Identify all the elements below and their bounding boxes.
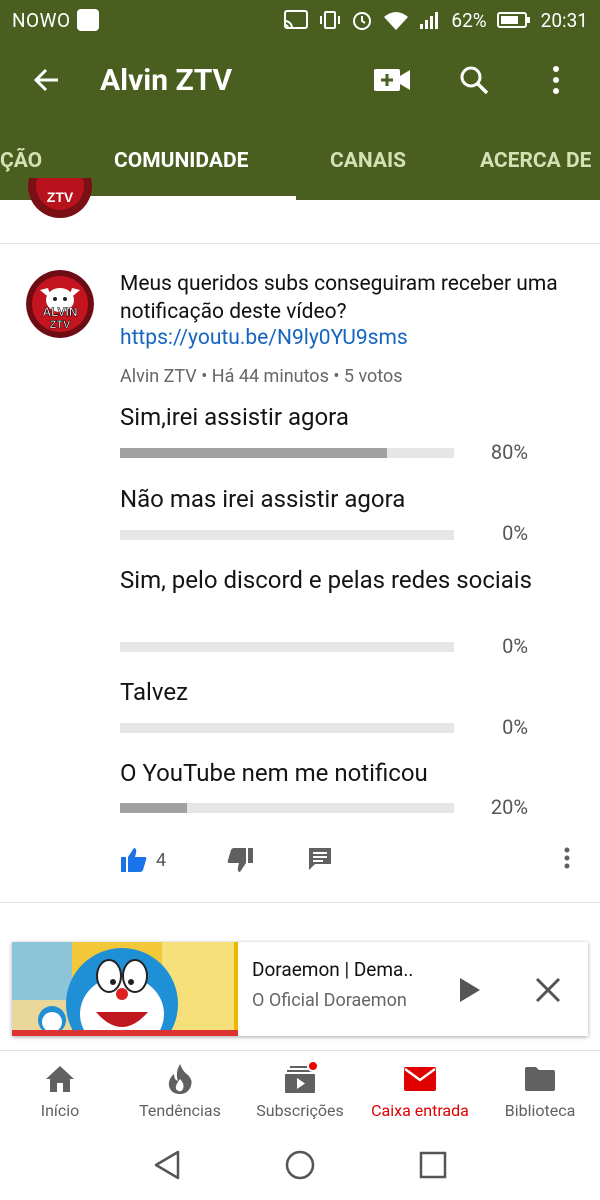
folder-icon [525, 1067, 555, 1091]
poll-option-bar [120, 530, 454, 540]
more-vert-icon [553, 66, 559, 94]
search-icon [460, 66, 489, 95]
system-navigation-bar [0, 1130, 600, 1200]
carrier-label: NOWO [12, 8, 71, 32]
app-bar: Alvin ZTV [0, 40, 600, 120]
post-text: Meus queridos subs conseguiram receber u… [120, 272, 558, 324]
post-link[interactable]: https://youtu.be/N9ly0YU9sms [120, 326, 408, 350]
poll-option-bar [120, 723, 454, 733]
back-arrow-icon [33, 68, 58, 92]
alarm-icon [353, 12, 372, 30]
mini-player-thumbnail[interactable] [12, 942, 238, 1036]
system-home-button[interactable] [280, 1145, 320, 1185]
poll-option-bar [120, 448, 454, 458]
comment-icon [309, 848, 331, 870]
signal-icon [420, 12, 439, 29]
svg-text:ZTV: ZTV [50, 319, 71, 331]
poll-option-percent: 0% [502, 715, 528, 739]
square-recents-icon [420, 1151, 447, 1179]
poll-option-label[interactable]: Talvez [120, 677, 540, 708]
poll-option-percent: 20% [490, 795, 528, 819]
nav-label: Subscrições [256, 1101, 344, 1120]
nav-label: Biblioteca [504, 1101, 576, 1120]
nav-item-tendencias[interactable]: Tendências [120, 1051, 240, 1131]
poll-option-bar [120, 803, 454, 813]
battery-percent: 62% [451, 8, 487, 32]
svg-text:ZTV: ZTV [47, 189, 74, 205]
mini-player-title[interactable]: Doraemon | Dema.. [252, 958, 413, 981]
divider [0, 243, 600, 244]
system-back-button[interactable] [147, 1145, 187, 1185]
fire-icon [168, 1064, 192, 1094]
notification-dot [307, 1060, 319, 1072]
tab-acerca-de[interactable]: ACERCA DE [480, 120, 591, 200]
video-camera-add-icon [374, 69, 410, 91]
previous-post-avatar[interactable]: ZTV [28, 178, 92, 218]
divider [0, 902, 600, 903]
nav-item-biblioteca[interactable]: Biblioteca [480, 1051, 600, 1131]
post-actions [0, 840, 600, 884]
mini-player-play-button[interactable] [452, 972, 488, 1008]
post-time: Há 44 minutos [211, 366, 329, 387]
clock: 20:31 [540, 8, 588, 32]
system-recents-button[interactable] [413, 1145, 453, 1185]
post-votes: 5 votos [343, 366, 403, 387]
post-meta: Alvin ZTV • Há 44 minutos • 5 votos [120, 366, 403, 387]
poll-option-label[interactable]: Sim, pelo discord e pelas redes sociais [120, 565, 540, 596]
poll-option-label[interactable]: Sim,irei assistir agora [120, 402, 540, 433]
notification-icon [76, 9, 99, 31]
poll-option-percent: 80% [490, 440, 528, 464]
battery-icon [496, 12, 530, 28]
mini-player-channel: O Oficial Doraemon [252, 990, 407, 1011]
poll-option-fill [120, 803, 187, 813]
search-button[interactable] [444, 50, 504, 110]
circle-home-icon [285, 1150, 315, 1180]
poll-option-percent: 0% [502, 634, 528, 658]
poll-option-label[interactable]: O YouTube nem me notificou [120, 758, 540, 789]
mail-icon [404, 1067, 436, 1091]
thumb-down-icon [227, 848, 253, 872]
meta-separator: • [201, 366, 212, 387]
post-author[interactable]: Alvin ZTV [120, 366, 197, 387]
meta-separator: • [333, 366, 344, 387]
channel-title: Alvin ZTV [100, 62, 233, 98]
like-button[interactable] [120, 846, 148, 878]
like-count: 4 [156, 850, 167, 871]
triangle-back-icon [154, 1150, 179, 1180]
tab-indicator [80, 196, 296, 200]
avatar-logo-text: ALVIN [42, 305, 77, 319]
nav-label: Tendências [139, 1101, 221, 1120]
comment-button[interactable] [307, 846, 333, 876]
author-avatar[interactable]: ALVIN ZTV [26, 270, 94, 338]
poll-option-label[interactable]: Não mas irei assistir agora [120, 484, 540, 515]
mini-player-close-button[interactable] [530, 972, 566, 1008]
nav-item-caixa-entrada[interactable]: Caixa entrada [360, 1051, 480, 1131]
poll-option-fill [120, 448, 388, 458]
poll-option-percent: 0% [502, 521, 528, 545]
mini-player[interactable]: Doraemon | Dema.. O Oficial Doraemon [12, 942, 588, 1036]
close-icon [535, 977, 561, 1003]
play-icon [460, 978, 480, 1002]
nav-item-subscricoes[interactable]: Subscrições [240, 1051, 360, 1131]
thumb-up-icon [121, 848, 147, 872]
vibrate-icon [320, 11, 341, 29]
tab-comunidade[interactable]: COMUNIDADE [114, 120, 248, 200]
tab-canais[interactable]: CANAIS [330, 120, 406, 200]
nav-label: Caixa entrada [371, 1101, 469, 1120]
post-more-button[interactable] [563, 846, 571, 874]
more-options-button[interactable] [526, 50, 586, 110]
nav-label: Início [40, 1101, 80, 1120]
home-icon [46, 1066, 74, 1092]
dislike-button[interactable] [226, 846, 254, 878]
back-button[interactable] [17, 50, 77, 110]
upload-video-button[interactable] [362, 50, 422, 110]
bottom-navigation: Início Tendências Subscrições Caixa entr… [0, 1050, 600, 1130]
wifi-icon [384, 12, 409, 30]
cast-icon [284, 10, 309, 29]
nav-item-inicio[interactable]: Início [0, 1051, 120, 1131]
poll-option-bar [120, 642, 454, 652]
more-vert-icon [564, 847, 570, 869]
status-bar: NOWO 62% 20:31 [0, 0, 600, 40]
